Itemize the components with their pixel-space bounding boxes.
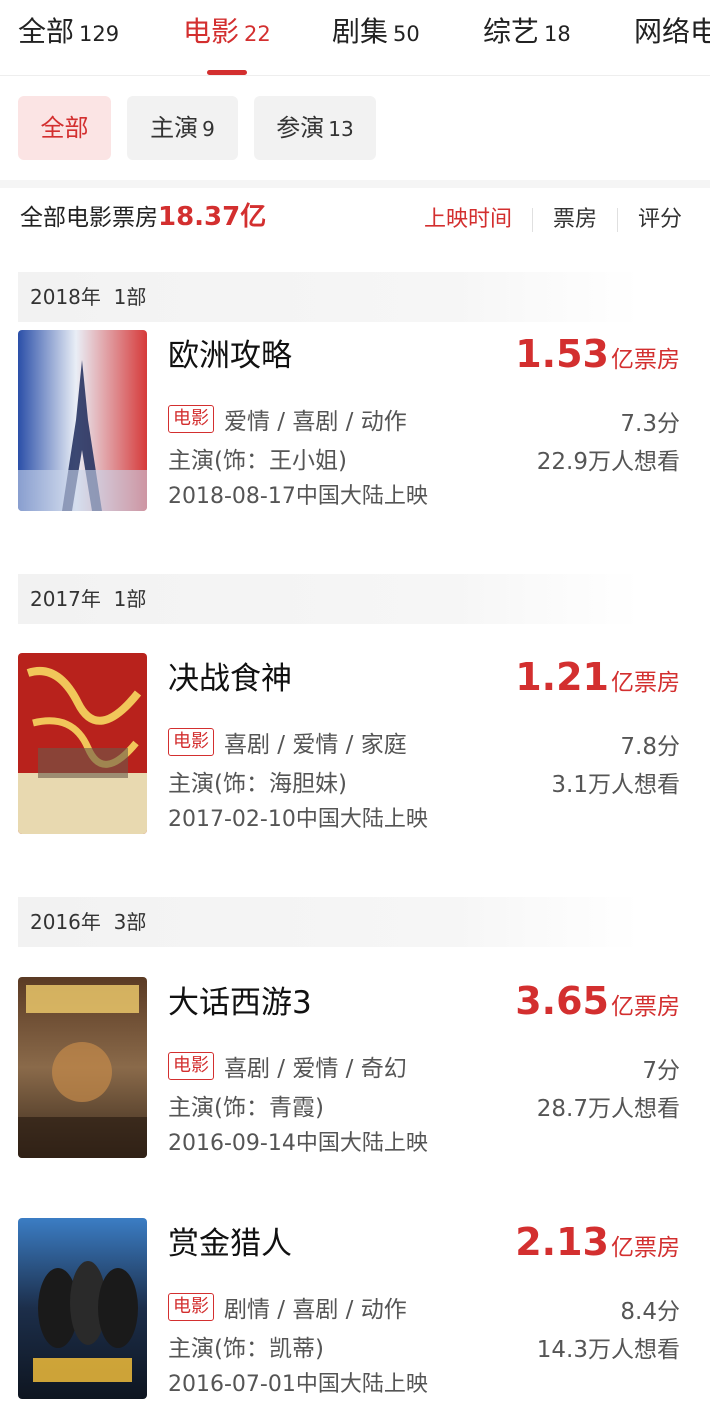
- tab-web-movies[interactable]: 网络电: [634, 10, 710, 50]
- tab-count: 50: [393, 22, 420, 46]
- year-count: 3部: [113, 910, 147, 934]
- movie-rating: 7.8分: [620, 734, 680, 760]
- movie-release-date: 2017-02-10中国大陆上映: [168, 807, 428, 832]
- movie-release-date: 2016-07-01中国大陆上映: [168, 1372, 428, 1397]
- movie-want-count: 3.1万人想看: [551, 772, 680, 798]
- box-office-summary: 全部电影票房18.37亿: [20, 196, 266, 233]
- movie-tagline: 电影 喜剧 / 爱情 / 奇幻: [168, 1049, 407, 1083]
- category-tabs: 全部 129 电影 22 剧集 50 综艺 18 网络电: [0, 0, 710, 76]
- year-header-2017: 2017年 1部: [18, 574, 640, 624]
- movie-title[interactable]: 大话西游3: [168, 977, 312, 1022]
- year-header-2016: 2016年 3部: [18, 897, 640, 947]
- movie-tagline: 电影 喜剧 / 爱情 / 家庭: [168, 725, 407, 759]
- year-count: 1部: [113, 587, 147, 611]
- box-office-number: 1.53: [515, 332, 609, 376]
- tab-label: 全部: [18, 15, 75, 48]
- filter-supporting-chip[interactable]: 参演 13: [254, 96, 376, 160]
- movie-poster[interactable]: [18, 653, 147, 834]
- year-label: 2018年: [30, 285, 101, 309]
- chip-label: 主演: [150, 114, 199, 142]
- tab-movies[interactable]: 电影 22: [183, 10, 271, 50]
- year-label: 2017年: [30, 587, 101, 611]
- summary-label: 全部电影票房: [20, 205, 158, 231]
- movie-tagline: 电影 爱情 / 喜剧 / 动作: [168, 402, 407, 436]
- movie-type-badge: 电影: [168, 728, 214, 756]
- role-filter-chips: 全部 主演 9 参演 13: [0, 96, 710, 160]
- section-divider: [0, 180, 710, 188]
- sort-by-rating[interactable]: 评分: [616, 208, 682, 232]
- movie-want-count: 22.9万人想看: [536, 449, 680, 475]
- movie-box-office: 1.53亿票房: [515, 332, 680, 376]
- movie-title[interactable]: 赏金猎人: [168, 1218, 292, 1263]
- movie-rating: 8.4分: [620, 1299, 680, 1325]
- box-office-number: 1.21: [515, 655, 609, 699]
- tab-label: 剧集: [332, 15, 389, 48]
- movie-poster[interactable]: [18, 330, 147, 511]
- movie-item[interactable]: 欧洲攻略 1.53亿票房 电影 爱情 / 喜剧 / 动作 7.3分 主演(饰：王小…: [0, 330, 710, 512]
- movie-want-count: 14.3万人想看: [536, 1337, 680, 1363]
- chip-label: 参演: [276, 114, 325, 142]
- box-office-number: 2.13: [515, 1220, 609, 1264]
- movie-type-badge: 电影: [168, 1052, 214, 1080]
- tab-variety[interactable]: 综艺 18: [483, 10, 571, 50]
- movie-item[interactable]: 决战食神 1.21亿票房 电影 喜剧 / 爱情 / 家庭 7.8分 主演(饰：海胆…: [0, 653, 710, 835]
- movie-poster[interactable]: [18, 1218, 147, 1399]
- box-office-number: 3.65: [515, 979, 609, 1023]
- chip-count: 13: [328, 117, 354, 141]
- movie-role: 主演(饰：海胆妹): [168, 771, 347, 797]
- movie-tagline: 电影 剧情 / 喜剧 / 动作: [168, 1290, 407, 1324]
- year-header-2018: 2018年 1部: [18, 272, 640, 322]
- movie-genres: 喜剧 / 爱情 / 家庭: [224, 732, 407, 758]
- movie-genres: 剧情 / 喜剧 / 动作: [224, 1297, 407, 1323]
- sort-by-box-office[interactable]: 票房: [531, 208, 617, 232]
- box-office-unit: 亿票房: [611, 347, 680, 373]
- movie-want-count: 28.7万人想看: [536, 1096, 680, 1122]
- year-count: 1部: [113, 285, 147, 309]
- movie-role: 主演(饰：凯蒂): [168, 1336, 324, 1362]
- year-label: 2016年: [30, 910, 101, 934]
- tab-count: 18: [544, 22, 571, 46]
- movie-rating: 7.3分: [620, 411, 680, 437]
- chip-label: 全部: [40, 114, 89, 142]
- movie-release-date: 2018-08-17中国大陆上映: [168, 484, 428, 509]
- tab-count: 22: [244, 22, 271, 46]
- box-office-unit: 亿票房: [611, 994, 680, 1020]
- movie-box-office: 1.21亿票房: [515, 655, 680, 699]
- movie-type-badge: 电影: [168, 1293, 214, 1321]
- movie-item[interactable]: 赏金猎人 2.13亿票房 电影 剧情 / 喜剧 / 动作 8.4分 主演(饰：凯蒂…: [0, 1218, 710, 1400]
- sort-by-release-date[interactable]: 上映时间: [404, 208, 532, 232]
- box-office-unit: 亿票房: [611, 670, 680, 696]
- chip-count: 9: [202, 117, 215, 141]
- active-tab-indicator: [207, 70, 247, 75]
- movie-poster[interactable]: [18, 977, 147, 1158]
- tab-label: 电影: [183, 15, 240, 48]
- movie-rating: 7分: [642, 1058, 680, 1084]
- filter-all-chip[interactable]: 全部: [18, 96, 111, 160]
- movie-release-date: 2016-09-14中国大陆上映: [168, 1131, 428, 1156]
- movie-item[interactable]: 大话西游3 3.65亿票房 电影 喜剧 / 爱情 / 奇幻 7分 主演(饰：青霞)…: [0, 977, 710, 1159]
- tab-count: 129: [79, 22, 120, 46]
- tab-label: 综艺: [483, 15, 540, 48]
- tab-label: 网络电: [634, 15, 710, 48]
- filter-lead-chip[interactable]: 主演 9: [127, 96, 238, 160]
- movie-genres: 喜剧 / 爱情 / 奇幻: [224, 1056, 407, 1082]
- movie-title[interactable]: 欧洲攻略: [168, 330, 292, 375]
- tab-series[interactable]: 剧集 50: [332, 10, 420, 50]
- movie-box-office: 2.13亿票房: [515, 1220, 680, 1264]
- movie-role: 主演(饰：青霞): [168, 1095, 324, 1121]
- movie-genres: 爱情 / 喜剧 / 动作: [224, 409, 407, 435]
- movie-box-office: 3.65亿票房: [515, 979, 680, 1023]
- movie-title[interactable]: 决战食神: [168, 653, 292, 698]
- movie-role: 主演(饰：王小姐): [168, 448, 347, 474]
- movie-type-badge: 电影: [168, 405, 214, 433]
- tab-all[interactable]: 全部 129: [18, 10, 119, 50]
- sort-options: 上映时间 票房 评分: [404, 200, 682, 240]
- box-office-unit: 亿票房: [611, 1235, 680, 1261]
- summary-amount: 18.37亿: [158, 202, 267, 232]
